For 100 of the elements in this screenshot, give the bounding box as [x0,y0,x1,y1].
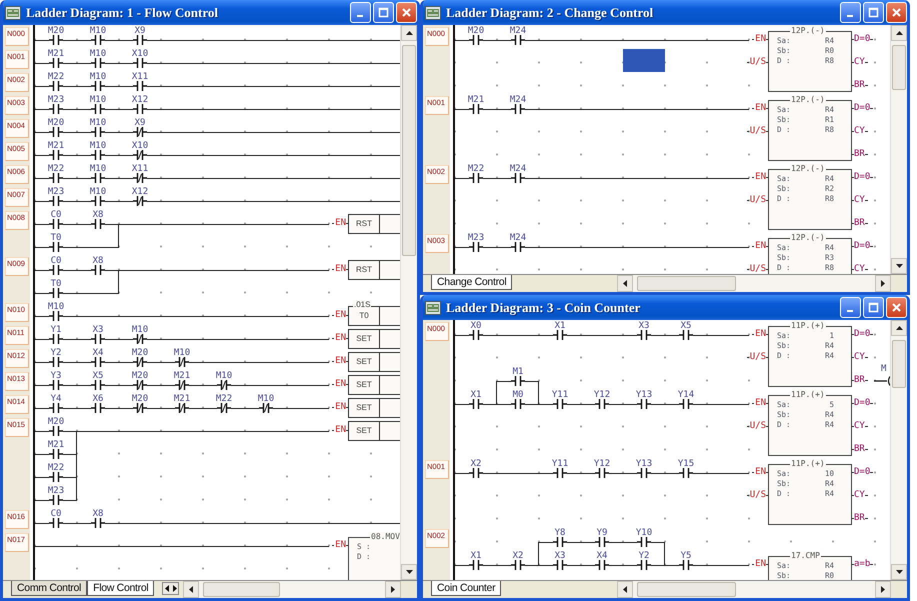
contact-label: Y2 [638,551,650,561]
contact-label: X1 [470,390,482,400]
sheet-tab[interactable]: Change Control [431,275,512,290]
contact-label: M23 [46,486,66,496]
contact-label: Y14 [676,390,696,400]
contact-label: Y3 [50,371,62,381]
contact-label: M10 [88,49,108,59]
function-name: 08.MOV [370,532,400,542]
window-title: Ladder Diagram: 1 - Flow Control [26,4,219,20]
timer-base-label: .01S [353,300,372,309]
contact-label: X11 [130,72,150,82]
contact-label: M10 [88,141,108,151]
window-title: Ladder Diagram: 2 - Change Control [446,4,654,20]
contact-label: M20 [130,348,150,358]
contact-label: M20 [46,417,66,427]
contact-label: X1 [554,321,566,331]
contact-label: Y9 [596,528,608,538]
contact-label: X3 [92,325,104,335]
pin-label: U/S [746,421,768,432]
contact-label: M20 [130,394,150,404]
contact-label: Y1 [50,325,62,335]
function-name: 17.CMP [790,551,821,561]
contact-label: M20 [130,371,150,381]
contact-label: X10 [130,49,150,59]
function-name: 12P.(-) [790,26,826,36]
contact-label: X4 [92,348,104,358]
contact-label: C0 [50,509,62,519]
function-name: 11P.(+) [790,390,826,400]
instruction-box[interactable]: SET [348,375,400,395]
contact-label: M10 [256,394,276,404]
contact-label: M22 [46,164,66,174]
contact-label: M10 [88,72,108,82]
contact-label: X8 [92,210,104,220]
instruction-name: RST [355,219,373,229]
contact-label: M21 [172,394,192,404]
instruction-name: SET [355,426,373,436]
instruction-name: SET [355,403,373,413]
function-name: 12P.(-) [790,164,826,174]
contact-label: Y11 [550,390,570,400]
contact-label: M20 [46,26,66,36]
instruction-box[interactable]: SET [348,398,400,418]
contact-label: M24 [508,26,528,36]
instruction-box[interactable]: T0 [348,306,400,326]
function-name: 11P.(+) [790,321,826,331]
instruction-box[interactable]: SET [348,329,400,349]
contact-label: X9 [134,118,146,128]
contact-label: Y13 [634,459,654,469]
contact-label: M10 [88,187,108,197]
pin-label: U/S [746,57,768,68]
contact-label: M21 [46,440,66,450]
contact-label: X4 [596,551,608,561]
contact-label: Y4 [50,394,62,404]
contact-label: M22 [46,463,66,473]
contact-label: X11 [130,164,150,174]
contact-label: M22 [46,72,66,82]
contact-label: Y13 [634,390,654,400]
contact-label: X9 [134,26,146,36]
contact-label: X5 [92,371,104,381]
contact-label: T0 [50,279,62,289]
sheet-tab[interactable]: Flow Control [87,581,154,596]
contact-label: M24 [508,233,528,243]
function-name: 12P.(-) [790,95,826,105]
instruction-name: SET [355,357,373,367]
contact-label: M24 [508,164,528,174]
contact-label: M20 [46,118,66,128]
contact-label: M21 [172,371,192,381]
pin-label: U/S [746,126,768,137]
pin-label: U/S [746,195,768,206]
instruction-box[interactable]: SET [348,421,400,441]
contact-label: C0 [50,256,62,266]
contact-label: M10 [172,348,192,358]
instruction-box[interactable]: RST [348,260,400,280]
contact-label: Y2 [50,348,62,358]
contact-label: Y10 [634,528,654,538]
instruction-box[interactable]: RST [348,214,400,234]
contact-label: M10 [130,325,150,335]
contact-label: X3 [554,551,566,561]
coil-label: M [881,364,886,374]
contact-label: M24 [508,95,528,105]
function-name: 12P.(-) [790,233,826,243]
contact-label: Y12 [592,459,612,469]
contact-label: M10 [88,118,108,128]
function-name: 11P.(+) [790,459,826,469]
contact-label: C0 [50,210,62,220]
contact-label: T0 [50,233,62,243]
pin-label: CY [852,264,868,274]
contact-label: X6 [92,394,104,404]
contact-label: X8 [92,256,104,266]
contact-label: M10 [88,26,108,36]
contact-label: M20 [466,26,486,36]
sheet-tab[interactable]: Comm Control [11,581,88,596]
contact-label: M10 [88,95,108,105]
contact-label: Y15 [676,459,696,469]
contact-label: X5 [680,321,692,331]
pin-label: U/S [746,490,768,501]
instruction-box[interactable]: SET [348,352,400,372]
contact-label: X8 [92,509,104,519]
contact-label: X2 [470,459,482,469]
instruction-name: T0 [358,311,370,321]
sheet-tab[interactable]: Coin Counter [431,581,502,596]
